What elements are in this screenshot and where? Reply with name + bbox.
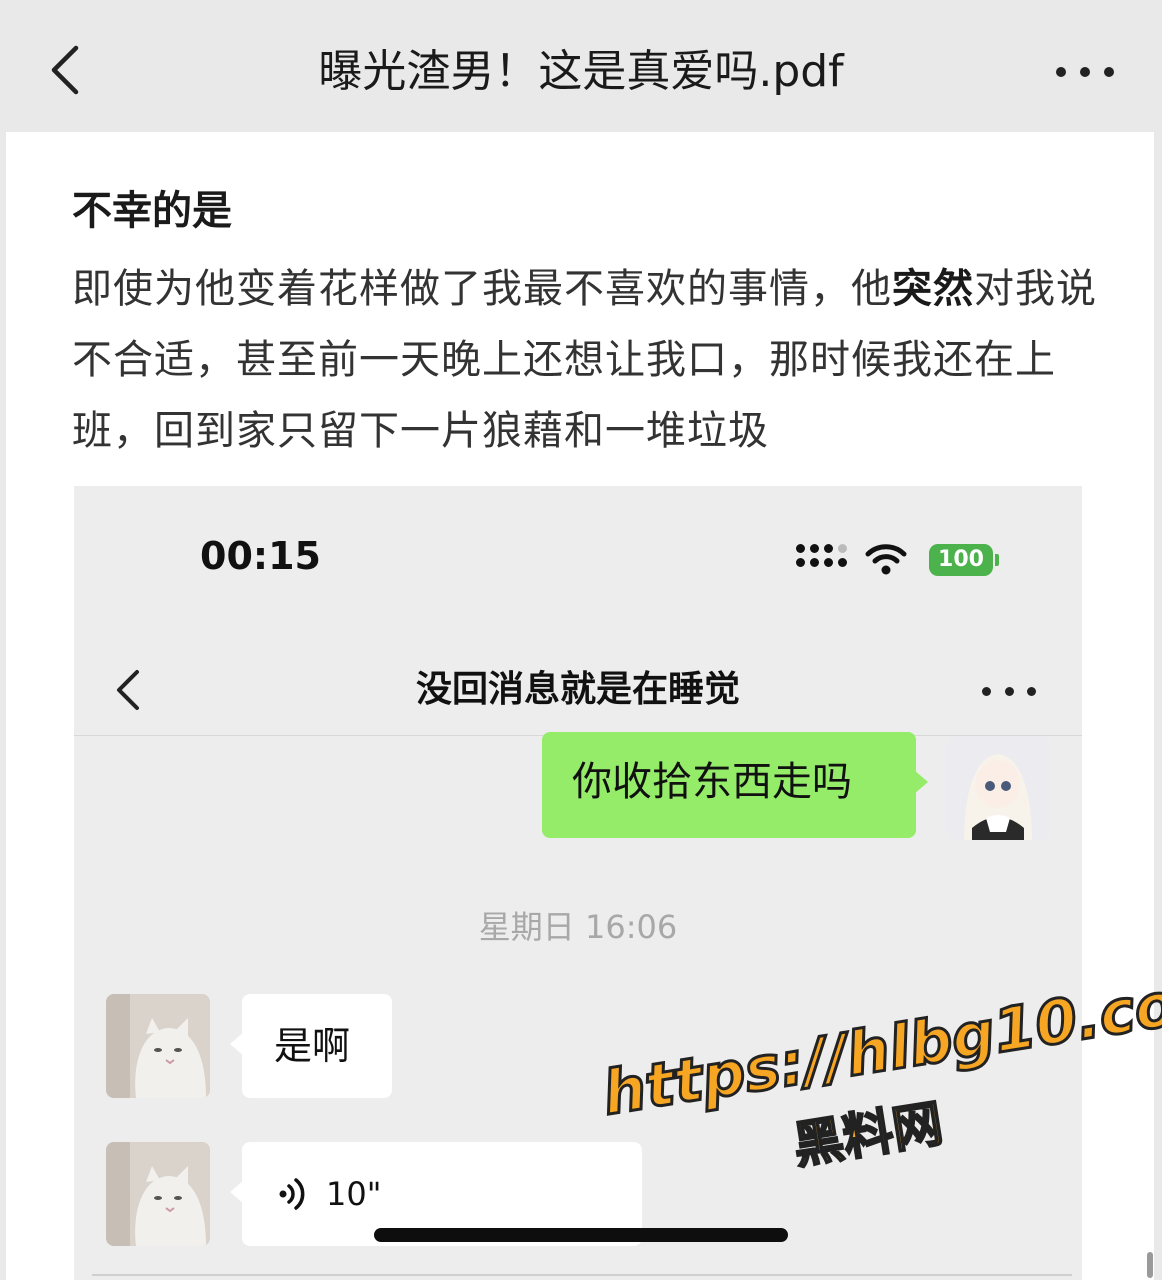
chat-back-button[interactable] bbox=[108, 660, 148, 720]
doll-avatar-icon bbox=[946, 736, 1050, 840]
page-divider bbox=[92, 1274, 1072, 1276]
pdf-page: 不幸的是 即使为他变着花样做了我最不喜欢的事情，他突然对我说不合适，甚至前一天晚… bbox=[6, 132, 1154, 1280]
avatar-other[interactable] bbox=[106, 994, 210, 1098]
document-title: 曝光渣男！这是真爱吗.pdf bbox=[318, 46, 844, 97]
avatar-other[interactable] bbox=[106, 1142, 210, 1246]
article-paragraph: 即使为他变着花样做了我最不喜欢的事情，他突然对我说不合适，甚至前一天晚上还想让我… bbox=[72, 254, 1102, 467]
chat-title: 没回消息就是在睡觉 bbox=[415, 669, 740, 710]
top-bar: 曝光渣男！这是真爱吗.pdf bbox=[0, 0, 1162, 132]
chat-screenshot: 00:15 100 没回消息就是在睡觉 你收拾东西走吗 星期日 16:06 是啊… bbox=[74, 486, 1082, 1280]
outgoing-message-bubble[interactable]: 你收拾东西走吗 bbox=[542, 732, 928, 838]
more-button[interactable] bbox=[1050, 52, 1120, 92]
signal-icon bbox=[796, 544, 847, 567]
scrollbar[interactable] bbox=[1147, 1252, 1153, 1278]
chat-header: 没回消息就是在睡觉 bbox=[74, 646, 1082, 736]
back-button[interactable] bbox=[36, 40, 92, 100]
voice-wave-icon bbox=[279, 1178, 305, 1210]
paragraph-text-1: 即使为他变着花样做了我最不喜欢的事情，他 bbox=[72, 266, 892, 312]
paragraph-bold-text: 突然 bbox=[892, 266, 974, 312]
more-dots-icon bbox=[982, 686, 991, 696]
cat-avatar-icon bbox=[106, 1142, 210, 1246]
status-time: 00:15 bbox=[200, 534, 321, 578]
chevron-left-icon bbox=[51, 45, 79, 95]
chevron-left-icon bbox=[117, 670, 139, 710]
avatar-self[interactable] bbox=[946, 736, 1050, 840]
home-indicator bbox=[374, 1228, 788, 1242]
article-heading: 不幸的是 bbox=[72, 188, 232, 234]
voice-duration: 10" bbox=[326, 1175, 382, 1213]
message-timestamp: 星期日 16:06 bbox=[478, 908, 678, 946]
incoming-message-bubble[interactable]: 是啊 bbox=[230, 994, 392, 1098]
cat-avatar-icon bbox=[106, 994, 210, 1098]
battery-icon: 100 bbox=[929, 544, 993, 576]
more-dots-icon bbox=[1056, 67, 1066, 77]
wifi-icon bbox=[865, 544, 907, 575]
chat-more-button[interactable] bbox=[982, 676, 1036, 706]
